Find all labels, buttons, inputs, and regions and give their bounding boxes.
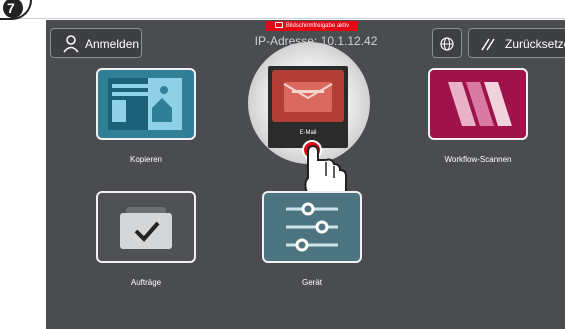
- copy-label: Kopieren: [129, 155, 163, 164]
- step-badge: 7: [0, 0, 32, 20]
- step-number: 7: [7, 0, 15, 16]
- envelope-icon: [283, 82, 333, 112]
- settings-sliders-icon: [286, 202, 338, 252]
- login-button[interactable]: Anmelden: [50, 28, 142, 58]
- copy-icon: [108, 78, 182, 130]
- workflow-icon: [448, 82, 512, 126]
- device-screen: Bildschirmfreigabe aktiv Anmelden IP-Adr…: [46, 20, 565, 329]
- reset-label: Zurücksetzen: [505, 37, 565, 51]
- step-number-icon: [3, 0, 23, 18]
- globe-icon: [440, 37, 454, 51]
- login-label: Anmelden: [85, 37, 140, 51]
- workflow-scan-tile[interactable]: [428, 68, 528, 140]
- screen-share-banner: Bildschirmfreigabe aktiv: [266, 21, 358, 31]
- email-tile-face: [272, 70, 344, 122]
- email-tile[interactable]: E-Mail: [268, 66, 348, 148]
- email-label: E-Mail: [299, 130, 317, 136]
- top-frame-line: [0, 0, 565, 19]
- copy-tile[interactable]: [96, 68, 196, 140]
- device-label: Gerät: [301, 278, 322, 287]
- reset-icon: [481, 38, 495, 51]
- language-button[interactable]: [432, 28, 462, 58]
- device-tile[interactable]: [262, 191, 362, 263]
- workflow-scan-label: Workflow-Scannen: [444, 155, 512, 164]
- reset-button[interactable]: Zurücksetzen: [468, 28, 565, 58]
- screen-share-icon: [274, 22, 283, 29]
- jobs-label: Aufträge: [130, 278, 162, 287]
- jobs-icon: [120, 207, 172, 249]
- jobs-tile[interactable]: [96, 191, 196, 263]
- user-icon: [63, 35, 79, 53]
